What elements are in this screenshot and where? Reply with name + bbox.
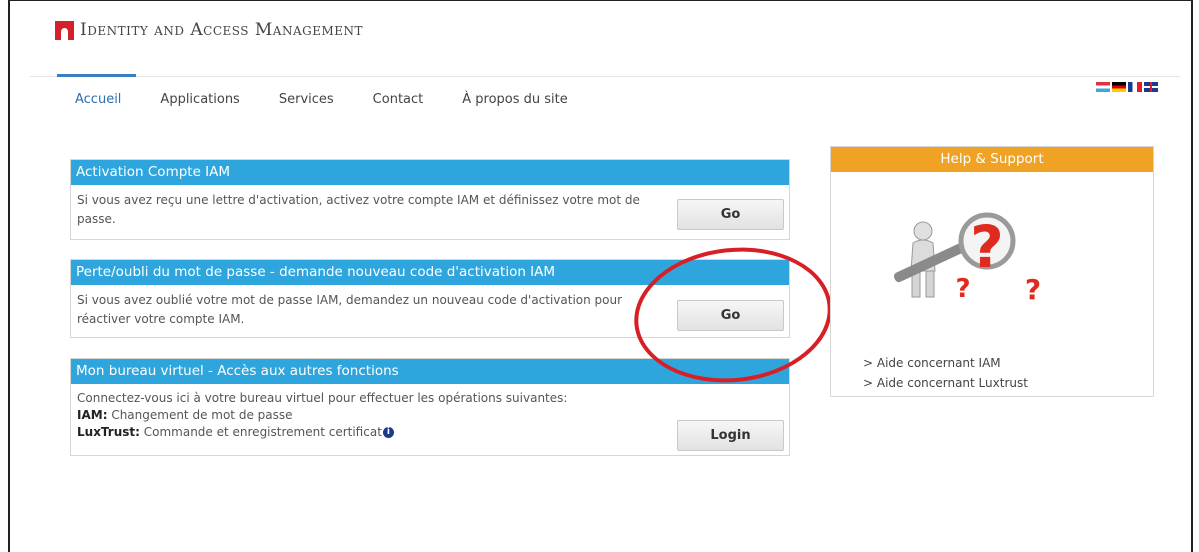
nav-active-indicator bbox=[57, 74, 136, 77]
language-switcher bbox=[1096, 82, 1158, 92]
help-links: > Aide concernant IAM > Aide concernant … bbox=[863, 353, 1028, 393]
virtual-office-line-luxtrust: LuxTrust: Commande et enregistrement cer… bbox=[77, 424, 659, 441]
luxtrust-label: LuxTrust: bbox=[77, 425, 140, 439]
flag-de-icon[interactable] bbox=[1112, 82, 1126, 92]
nav-item-applications[interactable]: Applications bbox=[160, 92, 239, 107]
nav-item-contact[interactable]: Contact bbox=[373, 92, 424, 107]
flag-uk-icon[interactable] bbox=[1144, 82, 1158, 92]
lost-password-panel: Perte/oubli du mot de passe - demande no… bbox=[70, 259, 790, 338]
iam-label: IAM: bbox=[77, 408, 108, 422]
help-support-title: Help & Support bbox=[831, 147, 1153, 172]
lost-password-panel-text: Si vous avez oublié votre mot de passe I… bbox=[77, 293, 623, 326]
site-title: Identity and Access Management bbox=[80, 20, 364, 40]
lost-password-panel-body: Si vous avez oublié votre mot de passe I… bbox=[71, 285, 789, 337]
activation-go-button[interactable]: Go bbox=[677, 199, 784, 230]
nav-divider bbox=[30, 76, 1180, 77]
help-link-luxtrust[interactable]: > Aide concernant Luxtrust bbox=[863, 373, 1028, 393]
flag-fr-icon[interactable] bbox=[1128, 82, 1142, 92]
login-button[interactable]: Login bbox=[677, 420, 784, 451]
help-link-iam[interactable]: > Aide concernant IAM bbox=[863, 353, 1028, 373]
nav-item-accueil[interactable]: Accueil bbox=[75, 92, 121, 107]
virtual-office-panel-title: Mon bureau virtuel - Accès aux autres fo… bbox=[71, 359, 789, 384]
nav-item-services[interactable]: Services bbox=[279, 92, 334, 107]
virtual-office-panel-body: Connectez-vous ici à votre bureau virtue… bbox=[71, 384, 789, 455]
help-support-panel: Help & Support ? ? ? > Aide concernant I… bbox=[830, 146, 1154, 397]
activation-panel-body: Si vous avez reçu une lettre d'activatio… bbox=[71, 185, 789, 239]
main-nav: Accueil Applications Services Contact À … bbox=[75, 92, 607, 107]
nav-item-a-propos[interactable]: À propos du site bbox=[462, 92, 568, 107]
svg-text:?: ? bbox=[970, 213, 1004, 281]
virtual-office-intro: Connectez-vous ici à votre bureau virtue… bbox=[77, 391, 568, 405]
site-header: Identity and Access Management bbox=[55, 20, 363, 40]
luxtrust-text: Commande et enregistrement certificat bbox=[139, 425, 382, 439]
iam-text: Changement de mot de passe bbox=[107, 408, 293, 422]
activation-panel: Activation Compte IAM Si vous avez reçu … bbox=[70, 159, 790, 240]
lost-password-panel-title: Perte/oubli du mot de passe - demande no… bbox=[71, 260, 789, 285]
virtual-office-line-iam: IAM: Changement de mot de passe bbox=[77, 407, 659, 424]
help-question-illustration-icon: ? ? ? bbox=[893, 212, 1041, 306]
svg-text:?: ? bbox=[1025, 273, 1041, 306]
activation-panel-text: Si vous avez reçu une lettre d'activatio… bbox=[77, 193, 640, 226]
svg-text:?: ? bbox=[955, 274, 970, 304]
lost-password-go-button[interactable]: Go bbox=[677, 300, 784, 331]
activation-panel-title: Activation Compte IAM bbox=[71, 160, 789, 185]
logo-icon bbox=[55, 20, 74, 40]
virtual-office-panel: Mon bureau virtuel - Accès aux autres fo… bbox=[70, 358, 790, 456]
info-icon[interactable]: i bbox=[382, 427, 394, 438]
flag-lu-icon[interactable] bbox=[1096, 82, 1110, 92]
